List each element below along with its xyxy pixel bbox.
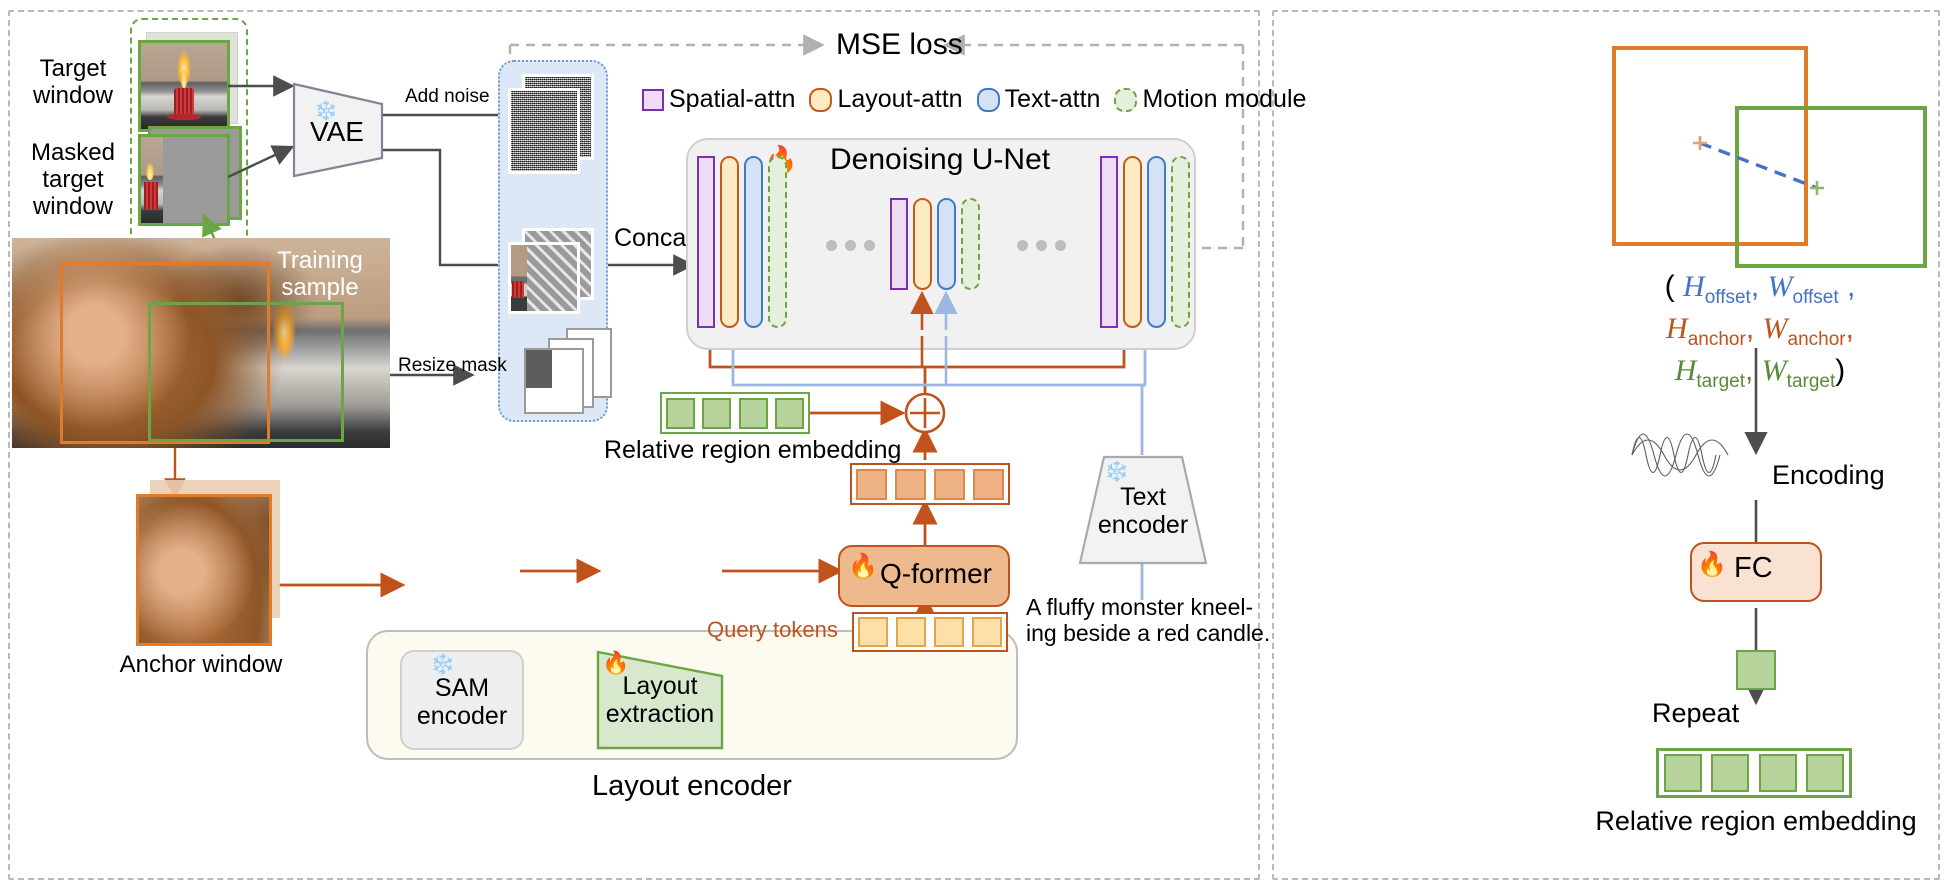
fire-icon-qformer: 🔥: [848, 553, 878, 580]
layout-extraction-label: Layout extraction: [605, 672, 715, 728]
layout-token: [895, 468, 926, 500]
training-sample-label: Training sample: [277, 247, 363, 301]
formula-close-paren: ): [1835, 353, 1846, 387]
sam-encoder-label: SAM encoder: [416, 674, 508, 730]
query-token: [896, 617, 926, 647]
region-embedding-token: [1711, 754, 1750, 792]
formula-sym-w-offset: W: [1767, 270, 1793, 303]
qformer-label: Q-former: [880, 558, 992, 589]
region-embedding-token: [774, 397, 804, 429]
anchor-window-label: Anchor window: [119, 651, 283, 678]
relative-region-embedding-label-left: Relative region embedding: [604, 436, 902, 464]
layout-token: [934, 468, 965, 500]
encoding-label: Encoding: [1772, 460, 1885, 490]
training-sample-target-box: [148, 302, 344, 442]
formula-sub-w-target: target: [1786, 370, 1836, 392]
region-embedding-token: [1664, 754, 1702, 792]
formula-sym-h-anchor: H: [1666, 311, 1688, 345]
query-token: [858, 617, 888, 647]
formula-sym-h-target: H: [1674, 353, 1697, 387]
formula-sub-w-offset: offset: [1792, 287, 1839, 308]
query-tokens-strip: [852, 612, 1008, 652]
formula-sub-w-anchor: anchor: [1787, 328, 1846, 350]
relative-region-formula: ( Hoffset, Woffset , Hanchor, Wanchor, H…: [1664, 270, 1856, 392]
fc-label: FC: [1734, 552, 1773, 584]
region-embedding-token: [666, 397, 695, 429]
formula-sym-w-target: W: [1761, 353, 1787, 387]
query-token: [972, 617, 1002, 647]
query-token: [934, 617, 964, 647]
fire-icon-fc: 🔥: [1697, 551, 1727, 578]
snowflake-icon-text: ❄️: [1104, 461, 1129, 483]
repeat-label: Repeat: [1652, 698, 1740, 728]
layout-extraction-block: 🔥 Layout extraction: [596, 650, 724, 750]
formula-sym-h-offset: H: [1683, 270, 1705, 303]
region-embedding-token: [1805, 754, 1844, 792]
formula-open-paren: (: [1664, 270, 1675, 303]
region-embedding-token: [702, 397, 732, 429]
region-embedding-single: [1736, 650, 1776, 690]
relative-region-embedding-label-right: Relative region embedding: [1595, 806, 1917, 836]
text-encoder-block: ❄️ Text encoder: [1078, 455, 1208, 565]
formula-sub-h-target: target: [1696, 370, 1745, 392]
formula-sym-w-anchor: W: [1762, 311, 1788, 345]
formula-sub-h-anchor: anchor: [1687, 328, 1746, 350]
relative-region-embedding-strip-left: [660, 392, 810, 434]
prompt-text: A fluffy monster kneel-ing beside a red …: [1026, 594, 1271, 646]
circle-plus-icon: [903, 391, 947, 435]
formula-sub-h-offset: offset: [1704, 287, 1751, 308]
relative-region-embedding-strip-right: [1656, 748, 1852, 798]
query-tokens-label: Query tokens: [707, 617, 838, 642]
layout-token: [973, 468, 1004, 500]
layout-token-strip: [850, 463, 1010, 505]
region-embedding-token: [738, 397, 768, 429]
layout-token: [856, 468, 887, 500]
anchor-window-image: [136, 494, 272, 646]
layout-encoder-label: Layout encoder: [592, 770, 792, 802]
region-embedding-token: [1758, 754, 1797, 792]
text-encoder-label: Text encoder: [1097, 483, 1189, 539]
